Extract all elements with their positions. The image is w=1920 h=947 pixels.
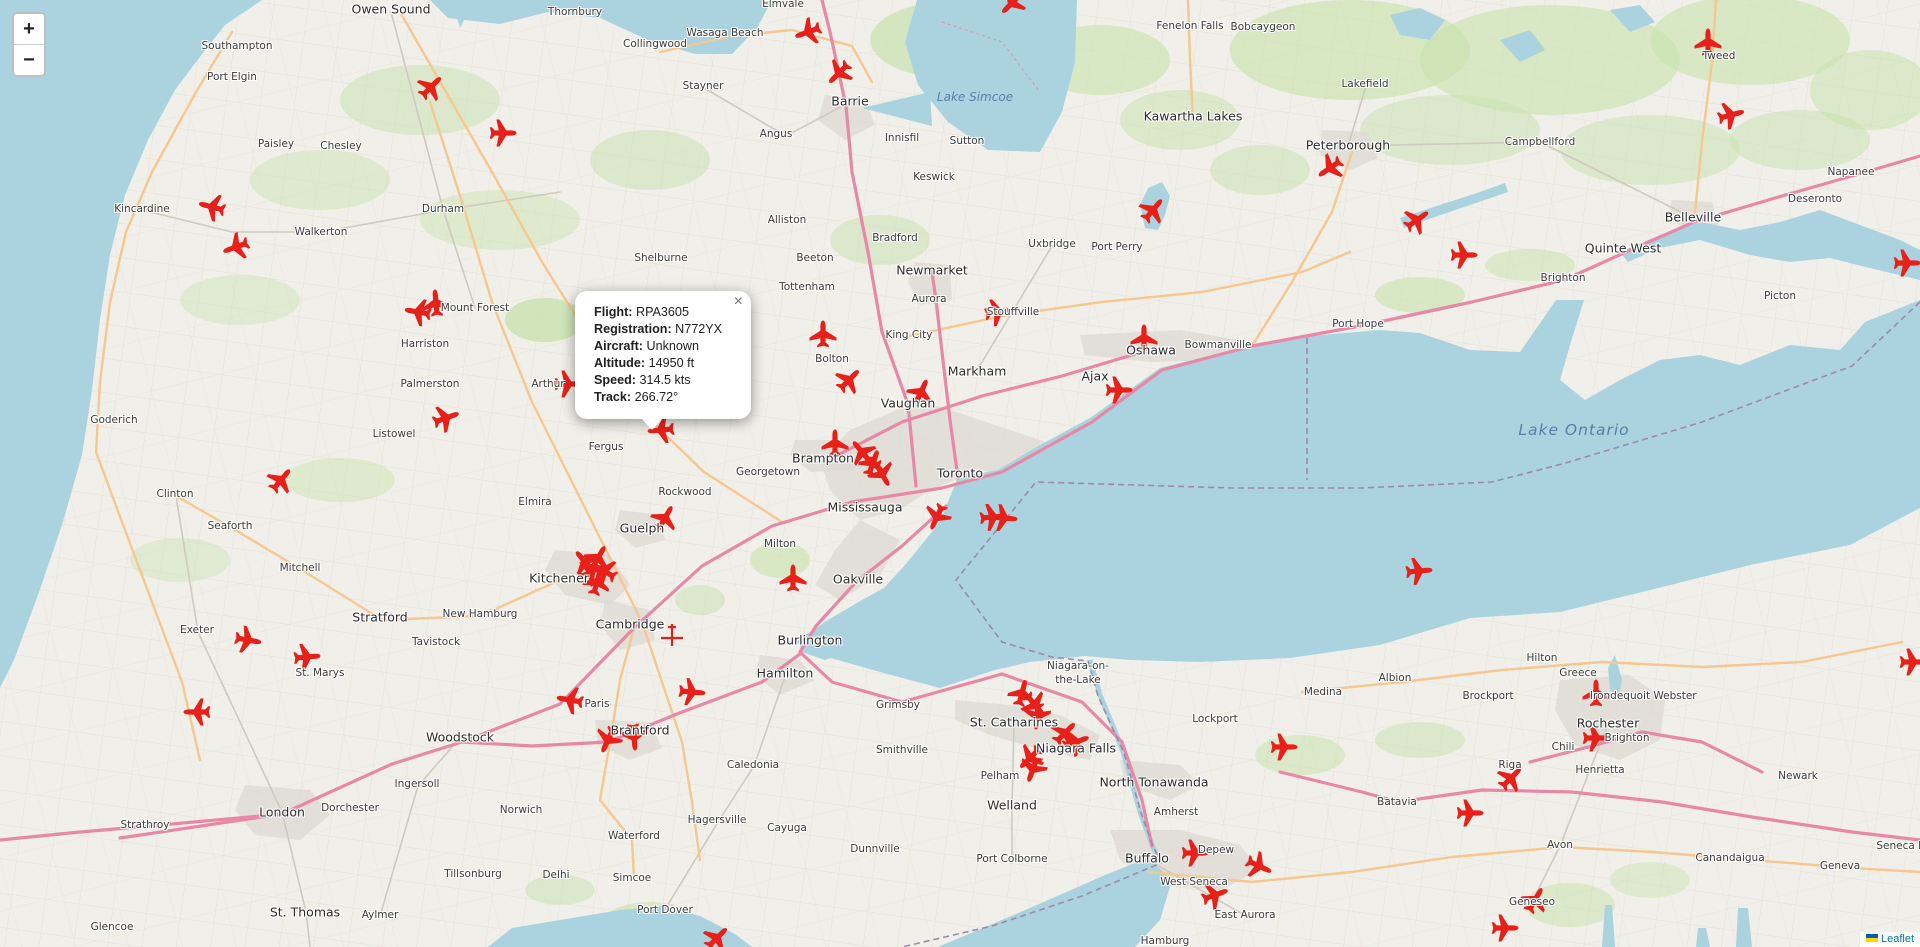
popup-row-registration: Registration: N772YX [594, 321, 732, 338]
popup-row-speed: Speed: 314.5 kts [594, 372, 732, 389]
attribution-bar: Leaflet [1860, 932, 1920, 947]
flight-info-popup: × Flight: RPA3605 Registration: N772YX A… [575, 291, 751, 419]
close-icon[interactable]: × [734, 294, 743, 310]
leaflet-attribution-link[interactable]: Leaflet [1881, 933, 1914, 945]
popup-row-track: Track: 266.72° [594, 389, 732, 406]
zoom-out-button[interactable]: − [14, 45, 44, 75]
popup-tail [641, 418, 663, 430]
ukraine-flag-icon [1866, 934, 1878, 942]
map-canvas [0, 0, 1920, 947]
zoom-in-button[interactable]: + [14, 14, 44, 45]
flight-tracker-map[interactable]: Owen SoundThornburySouthamptonPort Elgin… [0, 0, 1920, 947]
popup-row-altitude: Altitude: 14950 ft [594, 355, 732, 372]
zoom-control: + − [12, 12, 46, 77]
popup-row-aircraft: Aircraft: Unknown [594, 338, 732, 355]
popup-row-flight: Flight: RPA3605 [594, 304, 732, 321]
